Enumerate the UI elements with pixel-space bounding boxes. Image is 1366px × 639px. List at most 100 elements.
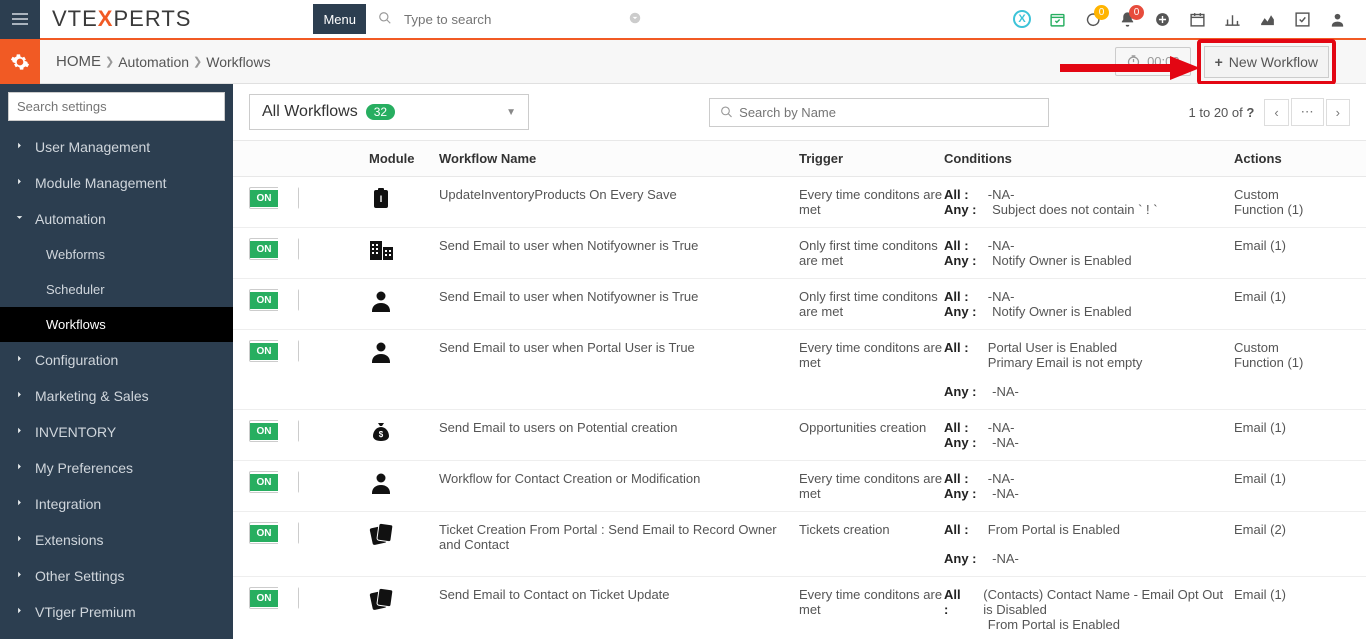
user-icon[interactable] [1329, 11, 1346, 28]
status-toggle[interactable]: ON [249, 471, 299, 493]
workflow-name[interactable]: Send Email to users on Potential creatio… [439, 420, 799, 435]
workflow-name[interactable]: UpdateInventoryProducts On Every Save [439, 187, 799, 202]
workflows-filter-dropdown[interactable]: All Workflows 32 ▼ [249, 94, 529, 130]
breadcrumb: HOME ❯ Automation ❯ Workflows [40, 53, 271, 70]
sidebar-item-label: Integration [35, 496, 101, 512]
breadcrumb-home[interactable]: HOME [56, 53, 101, 70]
header-actions: Actions [1234, 151, 1324, 166]
pager-next-button[interactable]: › [1326, 99, 1350, 126]
sidebar-item[interactable]: Configuration [0, 342, 233, 378]
status-toggle[interactable]: ON [249, 289, 299, 311]
menu-button[interactable]: Menu [313, 4, 366, 34]
sidebar-subitem[interactable]: Workflows [0, 307, 233, 342]
logo-suffix: PERTS [113, 6, 191, 31]
clock-icon [1126, 54, 1141, 69]
timer-value: 00:00 [1147, 54, 1180, 69]
sidebar-item[interactable]: Marketing & Sales [0, 378, 233, 414]
workflow-actions: Custom Function (1) [1234, 187, 1324, 217]
chevron-right-icon: ❯ [193, 55, 202, 68]
sidebar-item[interactable]: Integration [0, 486, 233, 522]
sidebar-item[interactable]: Extensions [0, 522, 233, 558]
calendar-check-icon[interactable] [1049, 11, 1066, 28]
module-icon: $ [369, 424, 393, 449]
workflows-count-badge: 32 [366, 104, 395, 120]
workflow-trigger: Every time conditons are met [799, 587, 944, 617]
svg-text:$: $ [379, 430, 384, 439]
plus-circle-icon[interactable] [1154, 11, 1171, 28]
toggle-on-label: ON [250, 525, 278, 542]
table-row: ON Send Email to user when Notifyowner is… [233, 279, 1366, 330]
status-toggle[interactable]: ON [249, 522, 299, 544]
workflow-trigger: Every time conditons are met [799, 340, 944, 370]
search-icon [720, 105, 733, 119]
workflow-name[interactable]: Send Email to user when Notifyowner is T… [439, 289, 799, 304]
module-icon [369, 293, 393, 318]
sidebar-item-label: User Management [35, 139, 150, 155]
table-header: Module Workflow Name Trigger Conditions … [233, 140, 1366, 177]
breadcrumb-item-automation[interactable]: Automation [118, 54, 189, 70]
settings-gear-button[interactable] [0, 40, 40, 84]
svg-text:I: I [380, 194, 383, 204]
bar-chart-icon[interactable] [1224, 11, 1241, 28]
status-toggle[interactable]: ON [249, 587, 299, 609]
module-icon: I [369, 191, 393, 216]
pager-prev-button[interactable]: ‹ [1264, 99, 1288, 126]
sidebar-subitem[interactable]: Scheduler [0, 272, 233, 307]
workflow-name[interactable]: Workflow for Contact Creation or Modific… [439, 471, 799, 486]
hamburger-button[interactable] [0, 0, 40, 39]
name-search-box[interactable] [709, 98, 1049, 127]
workflow-name[interactable]: Send Email to user when Portal User is T… [439, 340, 799, 355]
workflow-name[interactable]: Send Email to Contact on Ticket Update [439, 587, 799, 602]
sidebar-item[interactable]: VTiger Premium [0, 594, 233, 630]
breadcrumb-item-workflows[interactable]: Workflows [206, 54, 270, 70]
top-bar: VTEXPERTS Menu X 0 0 [0, 0, 1366, 40]
calendar-icon[interactable] [1189, 11, 1206, 28]
name-search-input[interactable] [739, 105, 1038, 120]
workflow-actions: Email (1) [1234, 289, 1324, 304]
workflow-actions: Email (1) [1234, 238, 1324, 253]
table-row: ON Send Email to user when Notifyowner is… [233, 228, 1366, 279]
sidebar-item[interactable]: User Management [0, 129, 233, 165]
sidebar-item[interactable]: Module Management [0, 165, 233, 201]
status-toggle[interactable]: ON [249, 420, 299, 442]
breadcrumb-row: HOME ❯ Automation ❯ Workflows 00:00 + Ne… [0, 40, 1366, 84]
toggle-on-label: ON [250, 423, 278, 440]
workflow-trigger: Tickets creation [799, 522, 944, 537]
plus-icon: + [1215, 54, 1223, 70]
x-circle-icon[interactable]: X [1013, 10, 1031, 28]
sidebar-item[interactable]: Automation [0, 201, 233, 237]
sidebar-search-input[interactable] [8, 92, 225, 121]
pager-total[interactable]: ? [1246, 105, 1254, 120]
bell-icon[interactable]: 0 [1119, 11, 1136, 28]
logo: VTEXPERTS [40, 6, 203, 32]
toggle-on-label: ON [250, 292, 278, 309]
table-row: ON Ticket Creation From Portal : Send Ema… [233, 512, 1366, 577]
global-search-input[interactable] [398, 6, 628, 33]
status-toggle[interactable]: ON [249, 340, 299, 362]
chat-icon[interactable]: 0 [1084, 11, 1101, 28]
toggle-on-label: ON [250, 190, 278, 207]
logo-x: X [98, 6, 114, 31]
sidebar-item[interactable]: My Preferences [0, 450, 233, 486]
sidebar-subitem[interactable]: Webforms [0, 237, 233, 272]
table-row: ON Workflow for Contact Creation or Modif… [233, 461, 1366, 512]
global-search[interactable] [372, 6, 662, 33]
sidebar-item[interactable]: INVENTORY [0, 414, 233, 450]
status-toggle[interactable]: ON [249, 187, 299, 209]
search-dropdown-icon[interactable] [628, 11, 642, 28]
checkbox-icon[interactable] [1294, 11, 1311, 28]
status-toggle[interactable]: ON [249, 238, 299, 260]
pager-more-button[interactable]: ⋯ [1291, 98, 1324, 126]
chevron-icon [14, 176, 25, 190]
workflow-actions: Email (2) [1234, 522, 1324, 537]
workflow-name[interactable]: Send Email to user when Notifyowner is T… [439, 238, 799, 253]
sidebar-item-label: Configuration [35, 352, 118, 368]
area-chart-icon[interactable] [1259, 11, 1276, 28]
timer-widget[interactable]: 00:00 [1115, 47, 1191, 76]
workflow-conditions: All : -NA-Any : Notify Owner is Enabled [944, 238, 1234, 268]
module-icon [369, 591, 395, 616]
workflow-name[interactable]: Ticket Creation From Portal : Send Email… [439, 522, 799, 552]
new-workflow-button[interactable]: + New Workflow [1204, 46, 1329, 78]
sidebar-search [0, 84, 233, 129]
sidebar-item[interactable]: Other Settings [0, 558, 233, 594]
